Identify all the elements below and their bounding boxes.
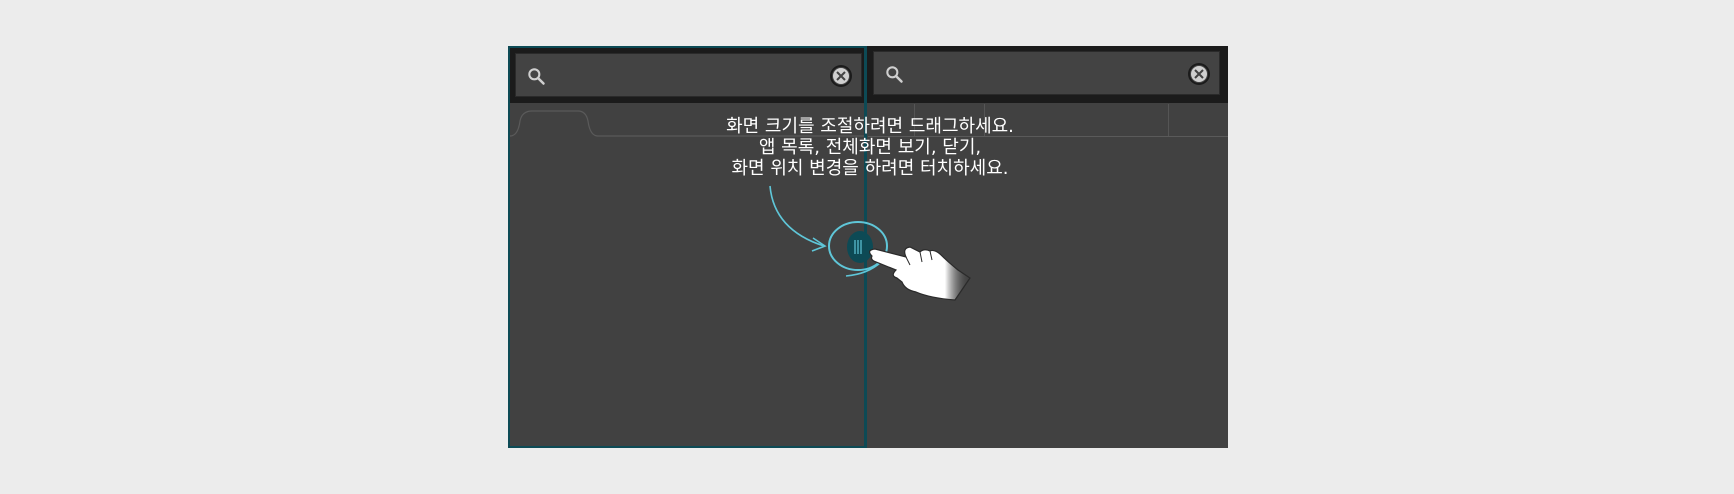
curved-arrow-icon — [769, 185, 827, 252]
tutorial-screen: 화면 크기를 조절하려면 드래그하세요. 앱 목록, 전체화면 보기, 닫기, … — [0, 0, 1734, 494]
split-handle-icon[interactable] — [828, 221, 888, 277]
gesture-overlay — [769, 185, 971, 301]
pointing-hand-icon — [869, 246, 971, 301]
